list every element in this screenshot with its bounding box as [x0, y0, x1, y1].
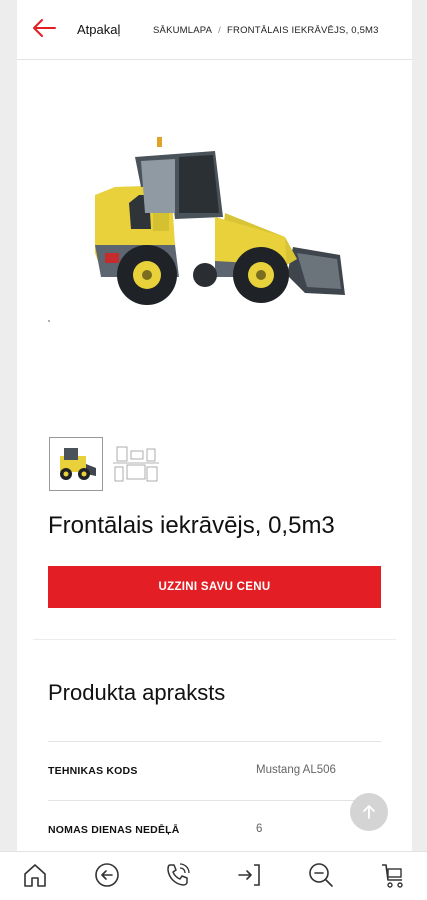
arrow-up-icon	[363, 805, 375, 819]
breadcrumb: SĀKUMLAPA / FRONTĀLAIS IEKRĀVĒJS, 0,5M3	[153, 25, 379, 36]
back-label[interactable]: Atpakaļ	[77, 22, 120, 37]
phone-icon[interactable]	[163, 860, 193, 890]
spec-label-rental-days: NOMAS DIENAS NEDĒĻĀ	[48, 824, 180, 836]
login-icon[interactable]	[234, 860, 264, 890]
breadcrumb-separator: /	[218, 25, 222, 36]
loader-thumbnail-icon	[60, 448, 96, 480]
get-price-button[interactable]: UZZINI SAVU CENU	[48, 566, 381, 608]
image-dot	[48, 320, 50, 322]
back-circle-icon[interactable]	[92, 860, 122, 890]
spec-value-rental-days: 6	[256, 823, 263, 835]
top-bar: Atpakaļ SĀKUMLAPA / FRONTĀLAIS IEKRĀVĒJS, …	[17, 0, 412, 60]
product-title: Frontālais iekrāvējs, 0,5m3	[48, 512, 335, 539]
technical-drawing-icon	[113, 446, 159, 482]
breadcrumb-home[interactable]: SĀKUMLAPA	[153, 25, 212, 36]
spec-value-code: Mustang AL506	[256, 764, 336, 776]
description-heading: Produkta apraksts	[48, 680, 226, 705]
spec-row-divider	[48, 800, 381, 801]
back-arrow-icon[interactable]	[31, 17, 57, 39]
cart-icon[interactable]	[378, 860, 408, 890]
gallery-thumbnail-photo[interactable]	[49, 437, 103, 491]
search-icon[interactable]	[306, 860, 336, 890]
product-main-image	[95, 137, 345, 305]
home-icon[interactable]	[20, 860, 50, 890]
spec-row-divider	[48, 741, 381, 742]
gallery-thumbnail-drawing[interactable]	[109, 437, 163, 491]
product-page: Atpakaļ SĀKUMLAPA / FRONTĀLAIS IEKRĀVĒJS, …	[17, 0, 412, 900]
scroll-to-top-button[interactable]	[350, 793, 388, 831]
section-divider	[33, 639, 396, 640]
breadcrumb-current: FRONTĀLAIS IEKRĀVĒJS, 0,5M3	[227, 25, 379, 36]
spec-label-code: TEHNIKAS KODS	[48, 765, 138, 777]
bottom-navigation	[0, 851, 427, 900]
